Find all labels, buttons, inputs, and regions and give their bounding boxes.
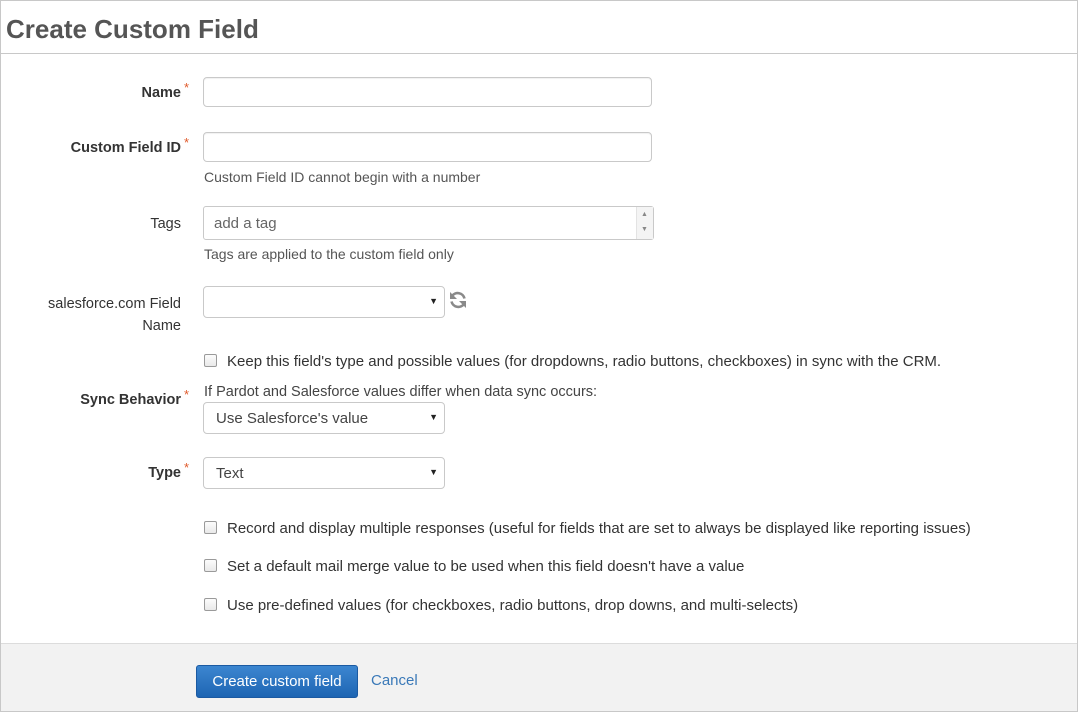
tags-scrollbar[interactable]: ▲ ▼ (636, 207, 653, 239)
predefined-values-checkbox[interactable] (204, 598, 217, 611)
multiple-responses-option[interactable]: Record and display multiple responses (u… (204, 520, 971, 537)
multiple-responses-checkbox[interactable] (204, 521, 217, 534)
scroll-down-icon[interactable]: ▼ (641, 226, 648, 233)
chevron-down-icon: ▼ (429, 412, 438, 422)
sync-behavior-label: Sync Behavior (80, 392, 181, 408)
keep-sync-checkbox[interactable] (204, 354, 217, 367)
cancel-link[interactable]: Cancel (371, 672, 418, 689)
sync-behavior-value: Use Salesforce's value (216, 410, 369, 427)
chevron-down-icon: ▼ (429, 467, 438, 477)
sync-behavior-hint: If Pardot and Salesforce values differ w… (204, 384, 598, 400)
scroll-up-icon[interactable]: ▲ (641, 211, 648, 218)
tags-input[interactable] (212, 214, 616, 233)
keep-sync-option[interactable]: Keep this field's type and possible valu… (204, 353, 941, 370)
sync-behavior-required-mark: * (184, 387, 190, 402)
create-custom-field-button[interactable]: Create custom field (196, 665, 358, 698)
custom-field-id-input[interactable] (203, 132, 652, 162)
name-label: Name (141, 85, 182, 101)
tags-label: Tags (150, 216, 181, 232)
chevron-down-icon: ▼ (429, 296, 438, 306)
mail-merge-option[interactable]: Set a default mail merge value to be use… (204, 558, 744, 575)
salesforce-field-label: salesforce.com Field Name (48, 293, 181, 337)
name-required-mark: * (184, 80, 190, 95)
page-title: Create Custom Field (6, 14, 259, 44)
custom-field-id-help: Custom Field ID cannot begin with a numb… (204, 169, 481, 185)
predefined-values-option[interactable]: Use pre-defined values (for checkboxes, … (204, 597, 798, 614)
predefined-values-label: Use pre-defined values (for checkboxes, … (227, 597, 799, 614)
type-label: Type (148, 465, 181, 481)
tags-field[interactable]: ▲ ▼ (203, 206, 654, 240)
create-custom-field-panel: Create Custom Field Name * Custom Field … (0, 0, 1078, 712)
salesforce-field-select[interactable]: ▼ (203, 286, 445, 318)
salesforce-field-label-line2: Name (142, 318, 181, 334)
type-select[interactable]: Text ▼ (203, 457, 445, 489)
name-input[interactable] (203, 77, 652, 107)
tags-help: Tags are applied to the custom field onl… (204, 246, 454, 262)
custom-field-id-label: Custom Field ID (70, 140, 181, 156)
form-footer (1, 643, 1077, 711)
salesforce-field-label-line1: salesforce.com Field (48, 296, 181, 312)
mail-merge-checkbox[interactable] (204, 559, 217, 572)
keep-sync-label: Keep this field's type and possible valu… (227, 353, 942, 370)
sync-behavior-select[interactable]: Use Salesforce's value ▼ (203, 402, 445, 434)
title-divider (1, 53, 1077, 54)
type-value: Text (216, 465, 244, 482)
refresh-icon[interactable] (448, 290, 468, 310)
mail-merge-label: Set a default mail merge value to be use… (227, 558, 745, 575)
custom-field-id-required-mark: * (184, 135, 190, 150)
type-required-mark: * (184, 460, 190, 475)
multiple-responses-label: Record and display multiple responses (u… (227, 520, 971, 537)
